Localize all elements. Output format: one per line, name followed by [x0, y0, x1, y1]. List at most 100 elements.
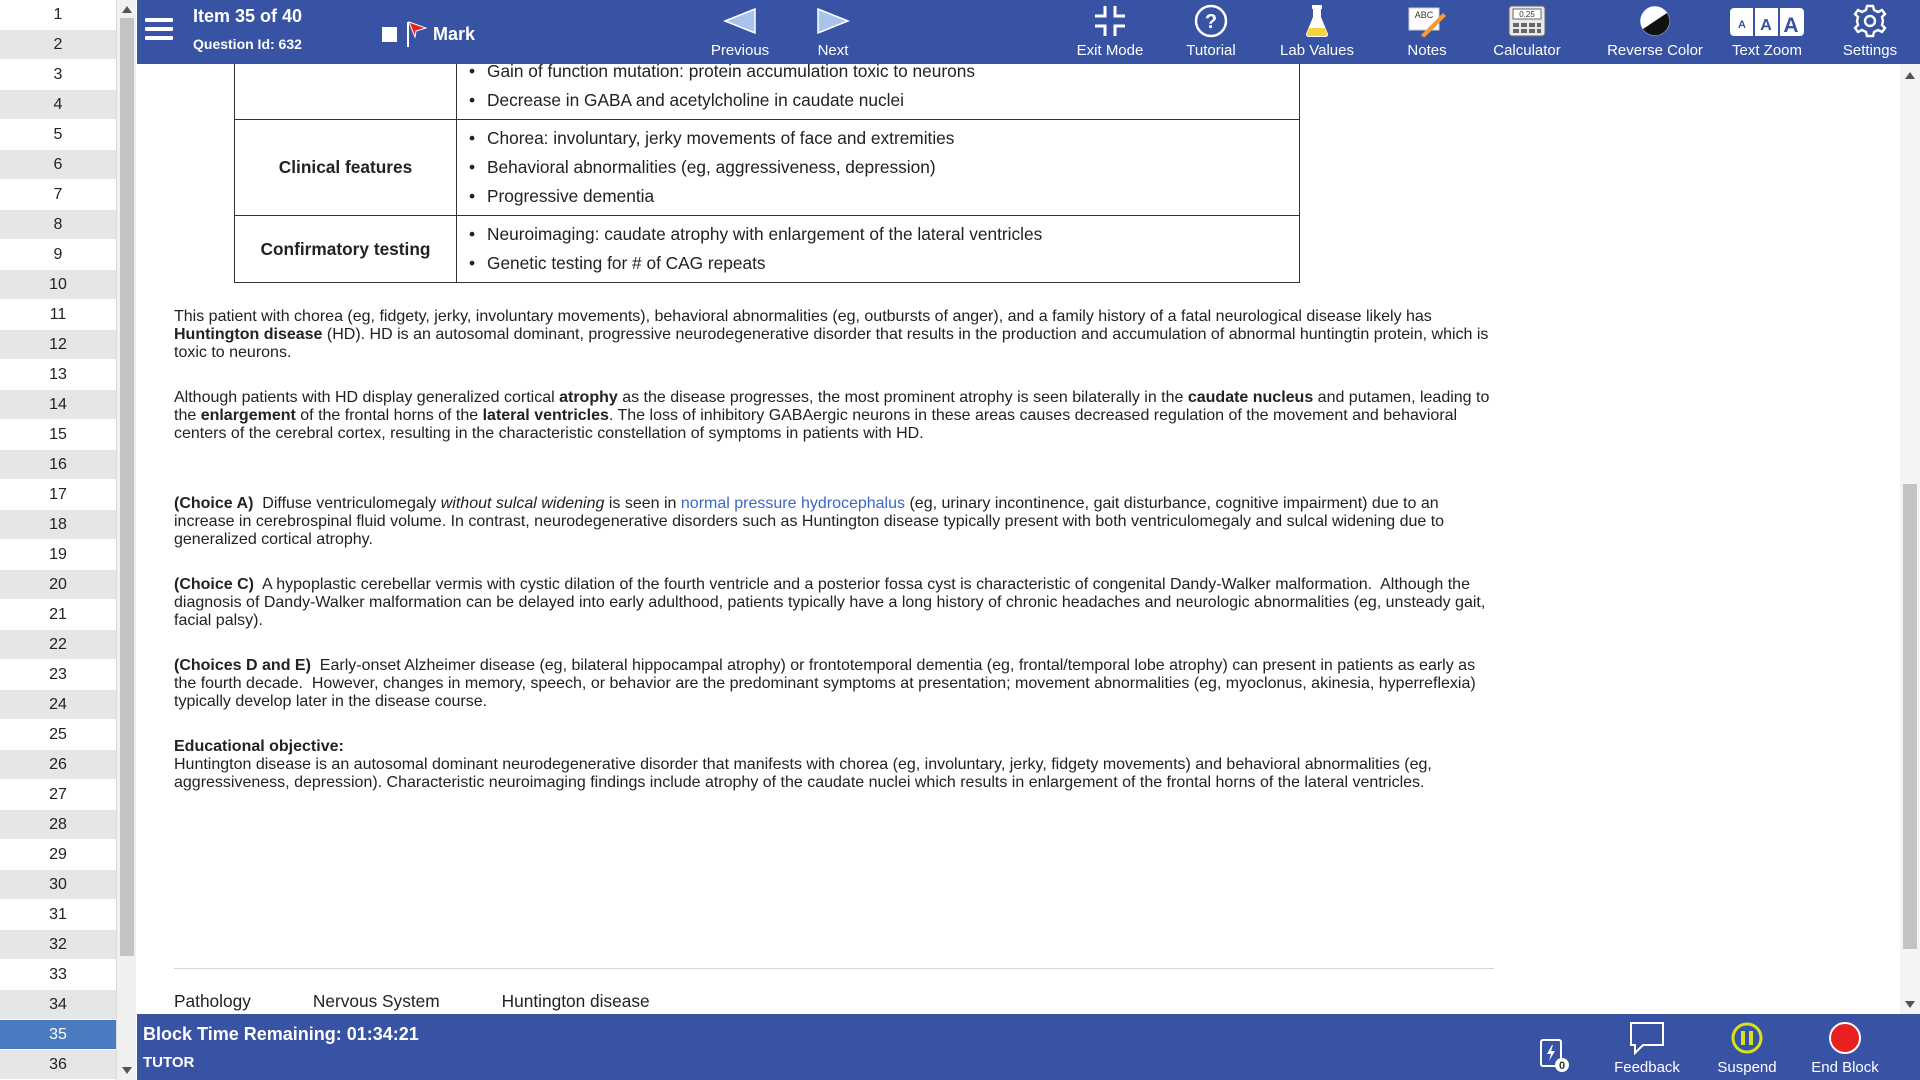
settings-label: Settings [1842, 42, 1898, 59]
reverse-color-label: Reverse Color [1607, 42, 1703, 59]
calculator-icon: 0.25 [1508, 5, 1546, 37]
mark-checkbox[interactable] [382, 26, 397, 42]
topic-tags: Pathology Nervous System Huntington dise… [174, 991, 712, 1012]
question-list-item[interactable]: 10 [0, 270, 116, 300]
question-list-item[interactable]: 14 [0, 390, 116, 420]
question-list-item[interactable]: 23 [0, 660, 116, 690]
table-header-cell: Confirmatory testing [234, 215, 457, 283]
flask-icon [1306, 5, 1328, 37]
question-list-scrollbar[interactable] [116, 0, 136, 1080]
question-list-scroll-thumb[interactable] [120, 18, 134, 956]
content-scrollbar[interactable] [1900, 64, 1920, 1014]
previous-label: Previous [710, 42, 770, 59]
question-list-item[interactable]: 12 [0, 330, 116, 360]
stop-icon [1829, 1022, 1861, 1054]
question-list-item[interactable]: 30 [0, 870, 116, 900]
end-block-label: End Block [1811, 1059, 1879, 1076]
question-id: Question Id: 632 [193, 36, 302, 52]
text-zoom-medium-letter: A [1760, 17, 1772, 34]
educational-objective-heading: Educational objective: [174, 738, 344, 755]
suspend-label: Suspend [1717, 1059, 1777, 1076]
huntington-summary-table: Gain of function mutation: protein accum… [234, 64, 1300, 283]
table-row: Clinical features Chorea: involuntary, j… [234, 119, 1300, 216]
scroll-up-arrow-icon[interactable] [1905, 72, 1915, 79]
table-header-cell [234, 64, 457, 120]
question-list-item[interactable]: 9 [0, 240, 116, 270]
question-list-item[interactable]: 29 [0, 840, 116, 870]
subject-tag: Pathology [174, 991, 251, 1011]
suspend-button[interactable]: Suspend [1707, 1014, 1787, 1080]
explanation-paragraph-1: This patient with chorea (eg, fidgety, j… [174, 308, 1489, 361]
previous-button[interactable]: Previous [703, 0, 777, 64]
mark-toggle[interactable]: Mark [382, 20, 475, 48]
question-list-item[interactable]: 26 [0, 750, 116, 780]
question-list-item[interactable]: 17 [0, 480, 116, 510]
svg-text:?: ? [1205, 11, 1217, 33]
scroll-down-arrow-icon[interactable] [122, 1067, 132, 1074]
question-list-item[interactable]: 16 [0, 450, 116, 480]
question-list-item[interactable]: 21 [0, 600, 116, 630]
question-list-item[interactable]: 13 [0, 360, 116, 390]
menu-icon[interactable] [145, 18, 173, 42]
question-list-item[interactable]: 5 [0, 120, 116, 150]
question-list-item[interactable]: 8 [0, 210, 116, 240]
text-zoom-icon: A A A [1730, 8, 1804, 37]
feedback-button[interactable]: Feedback [1607, 1014, 1687, 1080]
question-list-item[interactable]: 11 [0, 300, 116, 330]
flashcards-button[interactable]: 0 [1529, 1014, 1579, 1080]
question-list-item[interactable]: 32 [0, 930, 116, 960]
question-list-item[interactable]: 33 [0, 960, 116, 990]
table-header-cell: Clinical features [234, 119, 457, 216]
question-list-item[interactable]: 22 [0, 630, 116, 660]
question-list-item[interactable]: 4 [0, 90, 116, 120]
flag-icon [407, 21, 427, 47]
scroll-down-arrow-icon[interactable] [1905, 1001, 1915, 1008]
content-scroll-thumb[interactable] [1903, 484, 1917, 949]
question-list-item[interactable]: 7 [0, 180, 116, 210]
question-list-item[interactable]: 2 [0, 30, 116, 60]
question-list-item[interactable]: 19 [0, 540, 116, 570]
question-list-item[interactable]: 31 [0, 900, 116, 930]
list-item: Decrease in GABA and acetylcholine in ca… [467, 86, 1299, 115]
notes-button[interactable]: ABC Notes [1387, 0, 1467, 64]
mode-label: TUTOR [143, 1054, 195, 1071]
list-item: Gain of function mutation: protein accum… [467, 64, 1299, 86]
question-list-item[interactable]: 20 [0, 570, 116, 600]
calculator-button[interactable]: 0.25 Calculator [1477, 0, 1577, 64]
question-list-item[interactable]: 15 [0, 420, 116, 450]
exit-mode-label: Exit Mode [1076, 42, 1144, 59]
question-list-item[interactable]: 35 [0, 1020, 116, 1050]
tutorial-button[interactable]: ? Tutorial [1171, 0, 1251, 64]
question-list-item[interactable]: 27 [0, 780, 116, 810]
scroll-up-arrow-icon[interactable] [122, 6, 132, 13]
reverse-color-icon [1640, 6, 1670, 36]
settings-button[interactable]: Settings [1830, 0, 1910, 64]
pause-icon [1731, 1022, 1763, 1054]
question-list-item[interactable]: 18 [0, 510, 116, 540]
question-list-item[interactable]: 6 [0, 150, 116, 180]
table-cell: Gain of function mutation: protein accum… [456, 64, 1300, 120]
normal-pressure-hydrocephalus-link[interactable]: normal pressure hydrocephalus [681, 495, 905, 512]
reverse-color-button[interactable]: Reverse Color [1582, 0, 1728, 64]
lab-values-label: Lab Values [1280, 42, 1354, 59]
question-list: 1 2 3 4 5 6 7 8 9 10 11 12 13 14 15 16 17 18 19 20 21 22 23 24 2… [0, 0, 136, 1080]
end-block-button[interactable]: End Block [1805, 1014, 1885, 1080]
question-list-item[interactable]: 36 [0, 1050, 116, 1080]
list-item: Neuroimaging: caudate atrophy with enlar… [467, 220, 1299, 249]
question-list-item[interactable]: 34 [0, 990, 116, 1020]
question-list-item[interactable]: 28 [0, 810, 116, 840]
exit-mode-button[interactable]: Exit Mode [1070, 0, 1150, 64]
explanation-panel: Gain of function mutation: protein accum… [137, 64, 1900, 1014]
question-list-items: 1 2 3 4 5 6 7 8 9 10 11 12 13 14 15 16 17 18 19 20 21 22 23 24 2… [0, 0, 116, 1080]
lab-values-button[interactable]: Lab Values [1267, 0, 1367, 64]
list-item: Behavioral abnormalities (eg, aggressive… [467, 153, 1299, 182]
notes-icon: ABC [1408, 7, 1446, 37]
educational-objective: Educational objective: Huntington diseas… [174, 738, 1494, 792]
question-list-item[interactable]: 24 [0, 690, 116, 720]
text-zoom-button[interactable]: A A A Text Zoom [1712, 0, 1822, 64]
question-list-item[interactable]: 1 [0, 0, 116, 30]
question-list-item[interactable]: 25 [0, 720, 116, 750]
next-button[interactable]: Next [803, 0, 863, 64]
question-list-item[interactable]: 3 [0, 60, 116, 90]
previous-arrow-icon [723, 8, 756, 34]
